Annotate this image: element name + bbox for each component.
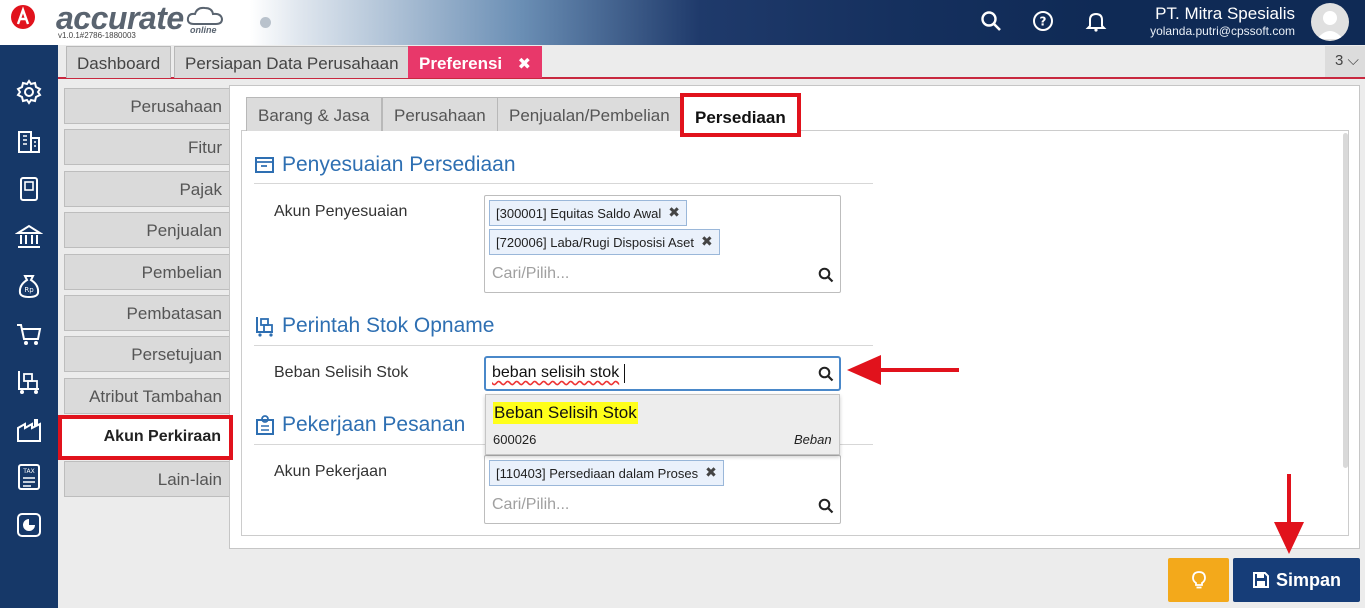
search-icon[interactable]	[818, 498, 834, 514]
search-placeholder[interactable]: Cari/Pilih...	[492, 496, 569, 514]
chip: [110403] Persediaan dalam Proses ✖	[489, 460, 724, 486]
sidebar-item-pembatasan[interactable]: Pembatasan	[64, 295, 231, 331]
version-label: v1.0.1#2786-1880003	[58, 31, 136, 40]
sidebar-item-fitur[interactable]: Fitur	[64, 129, 231, 165]
sidebar-item-akun-perkiraan[interactable]: Akun Perkiraan	[58, 415, 233, 460]
annotation-arrow-down-icon	[1274, 474, 1304, 554]
bank-icon[interactable]	[15, 223, 43, 251]
accurate-logo-icon	[11, 5, 35, 29]
svg-text:TAX: TAX	[22, 468, 34, 475]
chip: [300001] Equitas Saldo Awal ✖	[489, 200, 688, 226]
search-icon[interactable]	[818, 366, 834, 382]
sidebar-item-pembelian[interactable]: Pembelian	[64, 254, 231, 290]
divider	[254, 345, 873, 346]
building-icon[interactable]	[15, 127, 43, 155]
close-icon[interactable]: ✖	[518, 54, 531, 74]
section-title: Pekerjaan Pesanan	[282, 413, 466, 436]
annotation-arrow-left-icon	[847, 355, 959, 385]
tab-strip: Dashboard Persiapan Data Perusahaan Pref…	[58, 45, 1365, 79]
tab-barang-jasa[interactable]: Barang & Jasa	[246, 97, 382, 131]
avatar[interactable]	[1311, 3, 1349, 41]
sidebar-item-lain-lain[interactable]: Lain-lain	[64, 461, 231, 497]
report-chart-icon[interactable]	[15, 511, 43, 539]
user-email: yolanda.putri@cpssoft.com	[1150, 24, 1295, 38]
chip-label: [110403] Persediaan dalam Proses	[496, 466, 699, 481]
field-label: Akun Penyesuaian	[274, 203, 408, 220]
help-icon: ?	[1033, 11, 1053, 31]
search-placeholder[interactable]: Cari/Pilih...	[492, 265, 569, 283]
logo-suffix: online	[190, 25, 217, 35]
result-account-type: Beban	[794, 432, 832, 447]
remove-chip-icon[interactable]: ✖	[705, 465, 717, 485]
sidebar-item-pajak[interactable]: Pajak	[64, 171, 231, 207]
chip-label: [300001] Equitas Saldo Awal	[496, 206, 662, 221]
help-button[interactable]: ?	[1030, 8, 1056, 34]
save-button[interactable]: Simpan	[1233, 558, 1360, 602]
search-icon	[981, 11, 1001, 31]
work-order-icon	[256, 415, 274, 435]
tab-persiapan-data[interactable]: Persiapan Data Perusahaan	[174, 46, 410, 78]
divider	[254, 183, 873, 184]
gear-icon[interactable]	[15, 78, 43, 106]
status-dot	[260, 17, 271, 28]
svg-text:?: ?	[1040, 15, 1047, 29]
book-icon[interactable]	[15, 175, 43, 203]
sidebar-item-penjualan[interactable]: Penjualan	[64, 212, 231, 248]
svg-text:Rp: Rp	[24, 286, 34, 294]
scrollbar[interactable]	[1343, 133, 1348, 468]
stock-opname-icon	[256, 317, 273, 337]
remove-chip-icon[interactable]: ✖	[668, 205, 680, 225]
inventory-icon[interactable]	[15, 368, 43, 396]
sidebar-item-perusahaan[interactable]: Perusahaan	[64, 88, 231, 124]
tab-dashboard[interactable]: Dashboard	[66, 46, 172, 78]
text-cursor	[624, 364, 625, 383]
side-nav: Rp TAX	[0, 45, 58, 608]
section-penyesuaian: Penyesuaian Persediaan	[254, 153, 516, 177]
search-input-value: beban selisih stok	[492, 364, 620, 381]
factory-icon[interactable]	[15, 416, 43, 444]
search-icon[interactable]	[818, 267, 834, 283]
section-title: Perintah Stok Opname	[282, 314, 495, 337]
sidebar-item-persetujuan[interactable]: Persetujuan	[64, 336, 231, 372]
remove-chip-icon[interactable]: ✖	[701, 234, 713, 254]
section-title: Penyesuaian Persediaan	[282, 153, 516, 176]
tab-perusahaan[interactable]: Perusahaan	[382, 97, 498, 131]
cart-icon[interactable]	[15, 320, 43, 348]
tab-persediaan[interactable]: Persediaan	[680, 93, 801, 137]
tab-preferensi[interactable]: Preferensi ✖	[408, 46, 542, 78]
bell-icon	[1085, 12, 1107, 32]
field-label: Beban Selisih Stok	[274, 364, 409, 381]
tab-counter[interactable]: 3 ⌵	[1325, 46, 1365, 77]
result-account-name[interactable]: Beban Selisih Stok	[493, 402, 638, 424]
floppy-disk-icon	[1252, 572, 1269, 588]
notification-button[interactable]	[1083, 8, 1109, 34]
user-avatar-icon	[1317, 11, 1343, 39]
money-bag-icon[interactable]: Rp	[15, 272, 43, 300]
save-button-label: Simpan	[1275, 569, 1341, 590]
company-name: PT. Mitra Spesialis	[1155, 4, 1295, 23]
box-adjust-icon	[255, 157, 274, 173]
section-stok-opname: Perintah Stok Opname	[254, 314, 494, 338]
chip: [720006] Laba/Rugi Disposisi Aset ✖	[489, 229, 720, 255]
top-bar: accurate online v1.0.1#2786-1880003 ? PT…	[0, 0, 1365, 45]
lightbulb-icon	[1191, 571, 1206, 589]
search-button[interactable]	[978, 8, 1004, 34]
sidebar-item-atribut-tambahan[interactable]: Atribut Tambahan	[64, 378, 231, 414]
tip-button[interactable]	[1168, 558, 1229, 602]
result-account-code: 600026	[493, 432, 537, 447]
tab-penjualan-pembelian[interactable]: Penjualan/Pembelian	[497, 97, 682, 131]
field-label: Akun Pekerjaan	[274, 463, 387, 480]
tab-preferensi-label: Preferensi	[419, 54, 503, 73]
section-pekerjaan-pesanan: Pekerjaan Pesanan	[254, 413, 465, 437]
tax-icon[interactable]: TAX	[15, 463, 43, 491]
cloud-icon	[186, 6, 224, 25]
chip-label: [720006] Laba/Rugi Disposisi Aset	[496, 235, 695, 250]
